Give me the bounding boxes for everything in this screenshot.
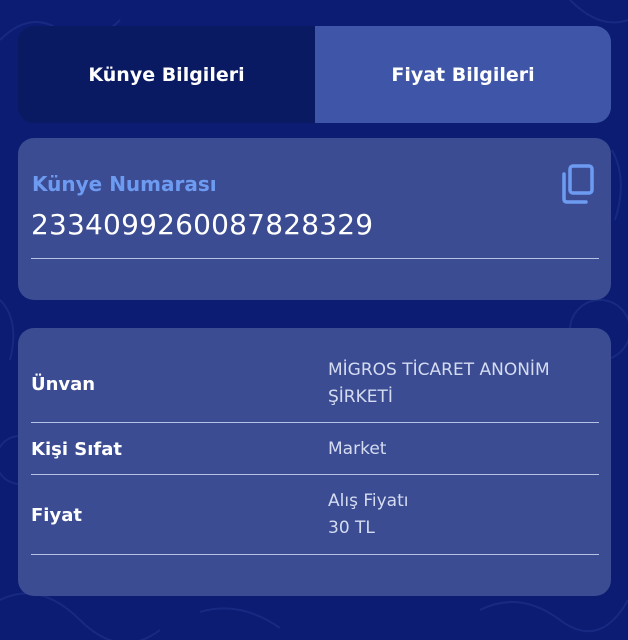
unvan-label: Ünvan <box>31 373 96 395</box>
info-row-kisi-sifat: Kişi Sıfat Market <box>31 434 599 464</box>
fiyat-label: Fiyat <box>31 504 82 526</box>
row-divider <box>31 554 599 555</box>
row-divider <box>31 474 599 475</box>
kunye-number-value: 2334099260087828329 <box>31 208 374 241</box>
kisi-sifat-value-line: Market <box>328 438 387 459</box>
row-divider <box>31 422 599 423</box>
tab-fiyat-label: Fiyat Bilgileri <box>391 63 535 86</box>
info-row-unvan: Ünvan MİGROS TİCARET ANONİM ŞİRKETİ <box>31 356 599 412</box>
kunye-card: Künye Numarası 2334099260087828329 <box>18 138 611 300</box>
tab-kunye-label: Künye Bilgileri <box>88 63 245 86</box>
fiyat-value-line: Alış Fiyatı <box>328 491 409 511</box>
kisi-sifat-label: Kişi Sıfat <box>31 438 122 460</box>
tab-fiyat-bilgileri[interactable]: Fiyat Bilgileri <box>315 26 611 123</box>
tab-kunye-bilgileri[interactable]: Künye Bilgileri <box>18 26 315 123</box>
tab-bar: Künye Bilgileri Fiyat Bilgileri <box>18 26 611 123</box>
copy-icon[interactable] <box>561 164 595 204</box>
info-row-fiyat: Fiyat Alış Fiyatı 30 TL <box>31 487 599 543</box>
info-card: Ünvan MİGROS TİCARET ANONİM ŞİRKETİ Kişi… <box>18 328 611 596</box>
kunye-number-label: Künye Numarası <box>32 172 217 196</box>
fiyat-value-line: 30 TL <box>328 518 375 538</box>
unvan-value-line: ŞİRKETİ <box>328 387 393 407</box>
kisi-sifat-value: Market <box>328 436 599 463</box>
fiyat-value: Alış Fiyatı 30 TL <box>328 488 599 542</box>
unvan-value: MİGROS TİCARET ANONİM ŞİRKETİ <box>328 357 599 411</box>
kunye-divider <box>31 258 599 259</box>
unvan-value-line: MİGROS TİCARET ANONİM <box>328 360 550 380</box>
